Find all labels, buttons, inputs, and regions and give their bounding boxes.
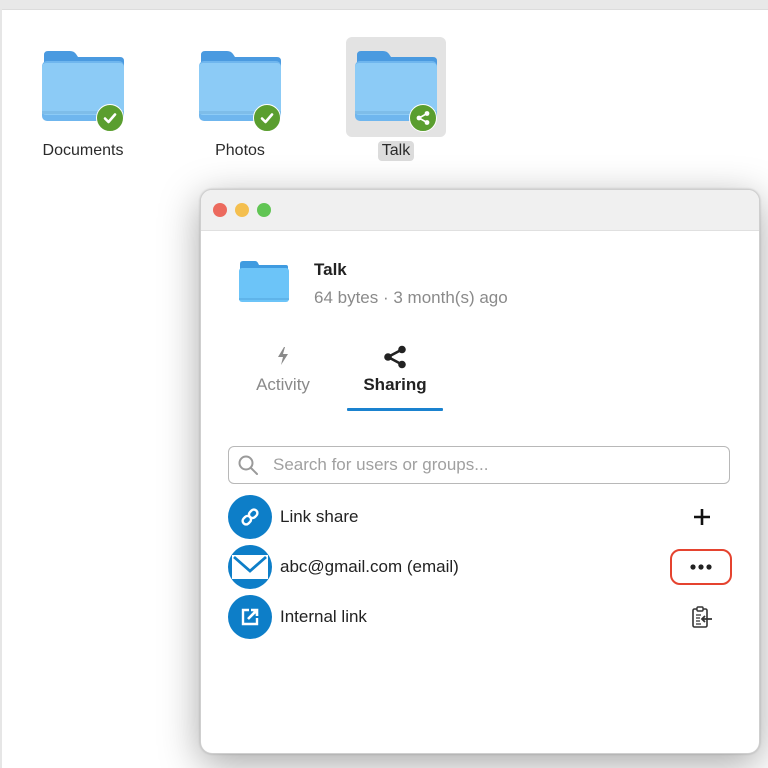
tab-label: Activity <box>256 375 310 394</box>
check-icon <box>260 113 274 124</box>
sync-check-badge <box>253 104 281 132</box>
check-icon <box>103 113 117 124</box>
email-icon <box>232 555 268 579</box>
add-link-share-button[interactable] <box>672 499 732 535</box>
share-icon <box>416 111 430 125</box>
file-meta: 64 bytes · 3 month(s) ago <box>314 288 508 307</box>
folder-icon-wrap <box>346 37 446 137</box>
share-row-internal-link: Internal link <box>228 595 730 639</box>
file-header: Talk 64 bytes · 3 month(s) ago <box>239 260 508 307</box>
link-icon <box>241 508 259 526</box>
link-share-avatar <box>228 495 272 539</box>
tab-activity[interactable]: Activity <box>251 345 315 395</box>
copy-internal-link-button[interactable] <box>672 599 732 635</box>
share-row-link-share: Link share <box>228 495 730 539</box>
search-icon <box>238 455 258 475</box>
more-options-button[interactable] <box>670 549 732 585</box>
left-edge <box>0 9 2 768</box>
tab-label: Sharing <box>363 375 427 394</box>
file-name: Talk <box>314 260 347 279</box>
title-bar <box>201 190 759 231</box>
shared-badge <box>409 104 437 132</box>
sync-check-badge <box>96 104 124 132</box>
clipboard-copy-icon <box>692 606 712 628</box>
zoom-button[interactable] <box>257 203 271 217</box>
ellipsis-icon <box>690 564 712 570</box>
desktop-folder-label: Photos <box>215 142 265 159</box>
internal-link-avatar <box>228 595 272 639</box>
desktop-folder-talk[interactable]: Talk <box>341 37 451 161</box>
active-tab-indicator <box>347 408 443 411</box>
email-share-avatar <box>228 545 272 589</box>
desktop-folder-documents[interactable]: Documents <box>28 37 138 161</box>
minimize-button[interactable] <box>235 203 249 217</box>
top-bar <box>0 0 768 10</box>
folder-icon-wrap <box>190 37 290 137</box>
plus-icon <box>694 509 710 525</box>
search-box[interactable] <box>228 446 730 484</box>
share-label: Link share <box>280 507 359 526</box>
search-input[interactable] <box>271 454 715 476</box>
close-button[interactable] <box>213 203 227 217</box>
desktop-folder-label: Documents <box>42 142 124 159</box>
external-link-icon <box>241 608 259 626</box>
share-row-email: abc@gmail.com (email) <box>228 545 732 589</box>
tab-sharing[interactable]: Sharing <box>347 345 443 395</box>
desktop-folder-label: Talk <box>377 141 415 161</box>
lightning-icon <box>278 347 288 365</box>
share-label: Internal link <box>280 607 367 626</box>
share-icon <box>384 345 406 369</box>
folder-icon <box>239 261 289 302</box>
share-label: abc@gmail.com (email) <box>280 557 459 576</box>
folder-icon-wrap <box>33 37 133 137</box>
desktop-folder-photos[interactable]: Photos <box>185 37 295 161</box>
sharing-dialog: Talk 64 bytes · 3 month(s) ago Activity … <box>200 189 760 754</box>
